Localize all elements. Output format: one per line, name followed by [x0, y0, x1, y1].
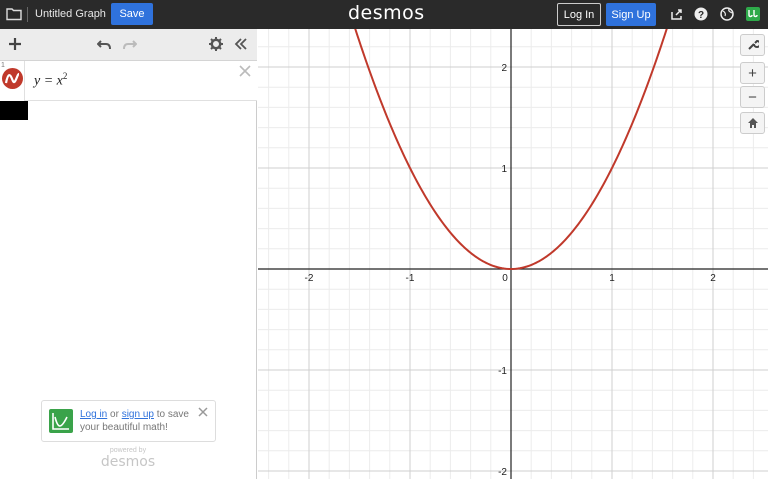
zoom-out-button[interactable]: − — [740, 86, 765, 108]
x-tick-label: -1 — [406, 273, 415, 284]
svg-text:?: ? — [698, 10, 704, 21]
wrench-icon — [747, 39, 759, 50]
account-icon[interactable] — [746, 7, 760, 21]
close-icon[interactable] — [239, 64, 251, 82]
y-tick-label: 1 — [501, 164, 507, 175]
save-promo: Log in or sign up to save your beautiful… — [41, 400, 216, 442]
promo-text: Log in or sign up to save your beautiful… — [80, 408, 205, 434]
login-button[interactable]: Log In — [557, 3, 601, 26]
add-icon[interactable] — [8, 37, 22, 51]
brand-logo: desmos — [348, 2, 425, 24]
expression-panel: 1 y = x2 Log in or sign up to save your … — [0, 29, 257, 479]
graph-promo-icon — [49, 409, 73, 433]
graph-canvas[interactable]: -2 -1 0 1 2 2 1 -1 -2 — [258, 29, 768, 479]
promo-or: or — [107, 409, 122, 420]
zoom-in-button[interactable]: + — [740, 62, 765, 84]
promo-close-icon[interactable] — [198, 405, 208, 420]
folder-icon[interactable] — [6, 7, 22, 21]
graph-settings-button[interactable] — [740, 34, 765, 56]
expression-tab[interactable]: 1 — [0, 61, 25, 101]
divider — [27, 7, 28, 22]
x-tick-label: 2 — [710, 273, 716, 284]
y-tick-label: -1 — [498, 366, 507, 377]
signup-button[interactable]: Sign Up — [606, 3, 656, 26]
collapse-icon[interactable] — [234, 37, 248, 51]
graph-area[interactable]: -2 -1 0 1 2 2 1 -1 -2 — [258, 29, 768, 479]
curve-icon[interactable] — [2, 68, 23, 89]
expression-row[interactable]: 1 y = x2 — [0, 61, 257, 101]
expression-toolbar — [0, 29, 257, 61]
x-tick-label: 0 — [502, 273, 508, 284]
powered-by-brand: desmos — [100, 454, 156, 470]
login-link[interactable]: Log in — [80, 409, 107, 420]
redo-icon[interactable] — [122, 38, 138, 50]
undo-icon[interactable] — [96, 38, 112, 50]
y-tick-label: -2 — [498, 467, 507, 478]
powered-by: powered by desmos — [100, 447, 156, 469]
share-icon[interactable] — [669, 7, 683, 21]
signup-link[interactable]: sign up — [122, 409, 154, 420]
expression-math[interactable]: y = x2 — [34, 71, 67, 90]
home-button[interactable] — [740, 112, 765, 134]
expression-lhs: y = x — [34, 73, 63, 89]
help-icon[interactable]: ? — [694, 7, 708, 21]
x-tick-label: 1 — [609, 273, 615, 284]
graph-title[interactable]: Untitled Graph — [35, 8, 106, 20]
expression-exponent: 2 — [62, 71, 68, 81]
home-icon — [747, 118, 758, 128]
top-bar: Untitled Graph Save desmos Log In Sign U… — [0, 0, 768, 29]
language-icon[interactable] — [720, 7, 734, 21]
y-tick-label: 2 — [501, 63, 507, 74]
save-button[interactable]: Save — [111, 3, 153, 25]
x-tick-label: -2 — [305, 273, 314, 284]
blank-new-expression[interactable] — [0, 101, 28, 120]
settings-icon[interactable] — [209, 37, 223, 51]
